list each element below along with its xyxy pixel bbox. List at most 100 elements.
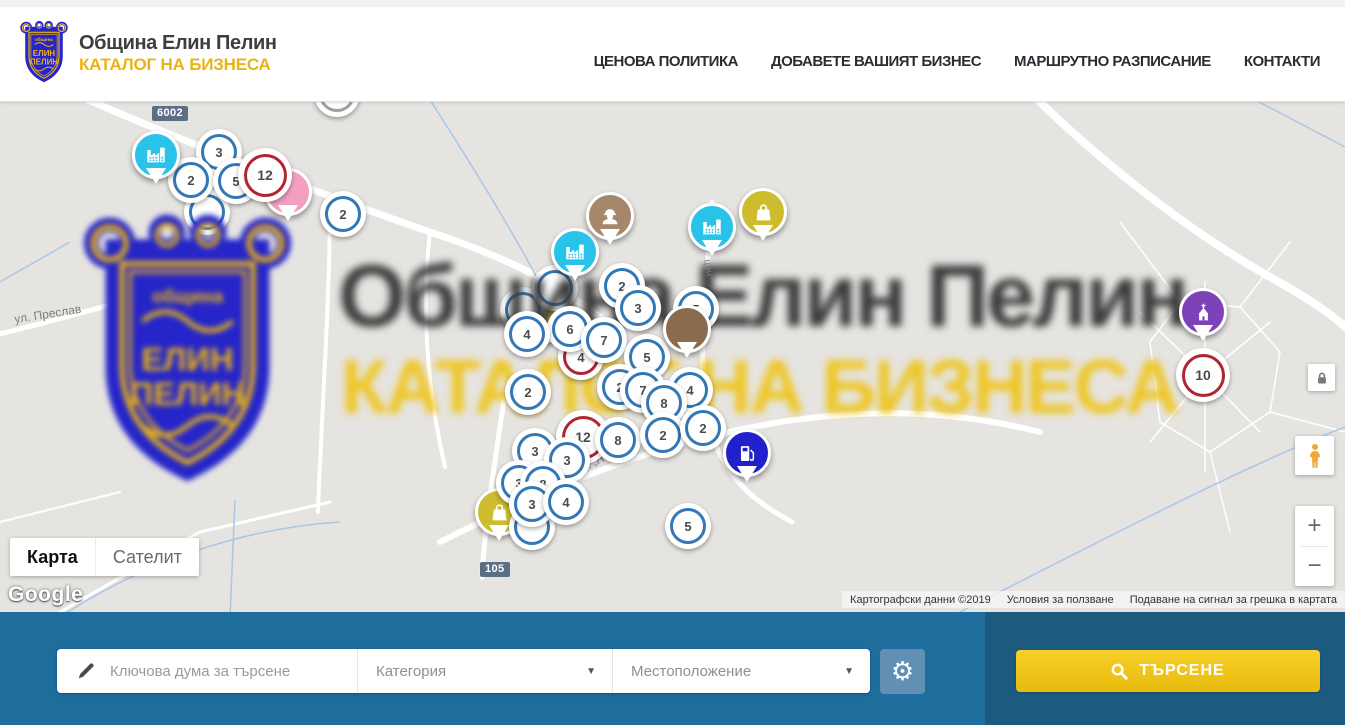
search-button[interactable]: ТЪРСЕНЕ [1016,650,1320,692]
church-pin-marker[interactable] [1179,288,1227,336]
svg-text:община: община [35,36,53,42]
cluster-marker[interactable]: 3 [615,285,661,331]
factory-pin-marker[interactable] [551,228,599,276]
cluster-count: 8 [614,433,621,448]
zoom-out-button[interactable]: − [1295,547,1334,587]
report-error-link[interactable]: Подаване на сигнал за грешка в картата [1130,594,1337,606]
header: община ЕЛИН ПЕЛИН Община Елин Пелин КАТА… [0,0,1345,102]
shopping-bag-icon [753,202,774,223]
cluster-ring: 2 [645,417,681,453]
keyword-input[interactable] [108,662,327,681]
zoom-control: + − [1295,506,1334,586]
pin-tail [677,342,697,368]
search-icon [1111,663,1128,680]
factory-icon [701,216,723,238]
map-type-control: Карта Сателит [10,538,199,576]
cluster-marker[interactable]: 7 [581,317,627,363]
pin-tail [565,265,585,291]
cluster-ring: 2 [685,410,721,446]
site-subtitle: КАТАЛОГ НА БИЗНЕСА [79,56,277,75]
nav-item-pricing[interactable]: ЦЕНОВА ПОЛИТИКА [594,53,738,70]
cluster-count: 3 [634,301,641,316]
cluster-count: 8 [660,396,667,411]
padlock-icon [1315,371,1329,385]
factory-icon [564,241,586,263]
fuel-pump-icon [737,443,758,464]
cluster-marker[interactable]: 2 [640,412,686,458]
pin-tail [737,466,757,492]
scroll-lock-button[interactable] [1308,364,1335,391]
pencil-icon [77,662,95,680]
cluster-ring: 8 [600,422,636,458]
category-select[interactable]: Категория ▼ [357,649,612,693]
cluster-count: 4 [686,383,693,398]
pin-tail [1193,325,1213,351]
keyword-field[interactable] [57,649,357,693]
site-title: Община Елин Пелин [79,32,277,54]
map-view-button[interactable]: Карта [10,538,95,576]
site-logo[interactable]: община ЕЛИН ПЕЛИН Община Елин Пелин КАТА… [20,22,277,84]
cluster-count: 12 [257,167,273,183]
cluster-count: 3 [215,145,222,160]
cluster-marker[interactable]: 8 [595,417,641,463]
advanced-search-button[interactable]: ⚙ [880,649,925,694]
street-view-pegman-button[interactable] [1295,436,1334,475]
chevron-down-icon: ▼ [586,666,596,677]
cluster-marker[interactable]: 12 [238,148,292,202]
cluster-count: 4 [523,327,530,342]
worker-pin-marker[interactable] [586,192,634,240]
cluster-ring: 4 [509,316,545,352]
pin-tail [702,240,722,266]
satellite-view-button[interactable]: Сателит [95,538,199,576]
pin-tail [146,168,166,194]
worker-icon [599,205,621,227]
google-logo[interactable]: Google [8,583,83,607]
bag-pin-marker[interactable] [739,188,787,236]
cluster-marker[interactable]: 4 [504,311,550,357]
cluster-ring: 3 [620,290,656,326]
nav-item-add-business[interactable]: ДОБАВЕТЕ ВАШИЯТ БИЗНЕС [771,53,981,70]
location-select[interactable]: Местоположение ▼ [612,649,870,693]
cluster-ring: 10 [1182,354,1225,397]
shopping-bag-icon [489,502,510,523]
none-pin-marker[interactable] [663,305,711,353]
cluster-marker[interactable]: 2 [505,369,551,415]
search-bar: Категория ▼ Местоположение ▼ [57,649,870,693]
terms-link[interactable]: Условия за ползване [1007,594,1114,606]
church-icon [1193,302,1214,323]
fuel-pin-marker[interactable] [723,429,771,477]
road-number-chip: 6002 [152,106,188,121]
cluster-ring: 7 [586,322,622,358]
cluster-marker[interactable]: 10 [1176,348,1230,402]
pin-tail [489,525,509,551]
page: община ЕЛИН ПЕЛИН Община Елин Пелин КАТА… [0,0,1345,725]
zoom-in-button[interactable]: + [1295,506,1334,546]
nav-item-contacts[interactable]: КОНТАКТИ [1244,53,1320,70]
factory-pin-marker[interactable] [132,131,180,179]
cluster-marker[interactable]: 2 [320,191,366,237]
pin-tail [278,205,298,231]
cluster-ring: 12 [244,154,287,197]
map-canvas[interactable]: община ЕЛИН ПЕЛИН Община Елин Пелин КАТА… [0,102,1345,612]
cluster-ring: 4 [548,484,584,520]
cluster-marker[interactable]: 4 [543,479,589,525]
cluster-marker[interactable]: 5 [665,503,711,549]
cluster-count: 2 [699,421,706,436]
cluster-count: 10 [1195,367,1211,383]
cluster-count: 2 [524,385,531,400]
gear-icon: ⚙ [891,659,914,685]
nav-item-route-schedule[interactable]: МАРШРУТНО РАЗПИСАНИЕ [1014,53,1211,70]
cluster-ring: 5 [670,508,706,544]
cluster-marker[interactable]: 2 [680,405,726,451]
logo-text: Община Елин Пелин КАТАЛОГ НА БИЗНЕСА [79,32,277,75]
cluster-count: 3 [528,497,535,512]
factory-pin-marker[interactable] [688,203,736,251]
pin-tail [600,229,620,255]
cluster-count: 6 [566,322,573,337]
cluster-count: 3 [563,453,570,468]
cluster-ring: 2 [325,196,361,232]
cluster-count: 3 [531,444,538,459]
cluster-count: 5 [684,519,691,534]
map-data-copyright: Картографски данни ©2019 [850,594,991,606]
map-attribution: Картографски данни ©2019 Условия за полз… [842,591,1345,608]
